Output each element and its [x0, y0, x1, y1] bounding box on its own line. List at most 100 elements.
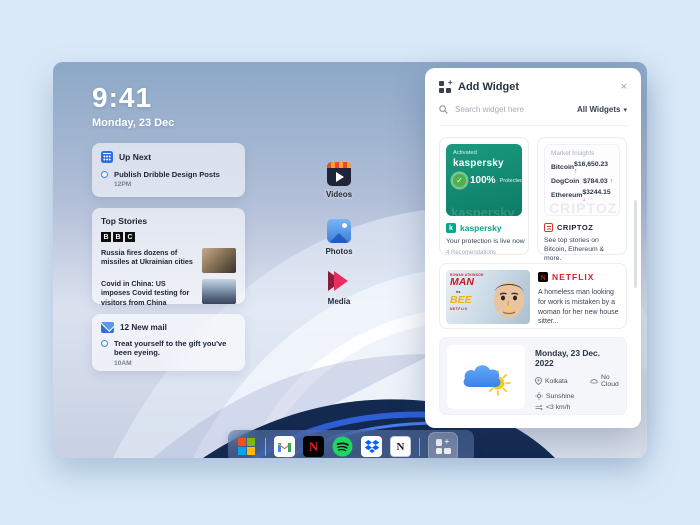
- up-next-time: 12PM: [114, 181, 220, 188]
- market-insights-widget-card[interactable]: Market Insights Bitcoin $16,650.23 ↑ Dog…: [537, 137, 627, 255]
- weather-condition: Sunshine: [535, 392, 590, 400]
- cloud-icon: [590, 378, 598, 384]
- story-headline[interactable]: Covid in China: US imposes Covid testing…: [101, 279, 196, 307]
- weather-art-box: [447, 345, 525, 409]
- netflix-widget-card[interactable]: ROWAN ATKINSON MAN vs BEE NETFLIX N NETF…: [439, 263, 627, 329]
- top-stories-widget[interactable]: Top Stories B B C Russia fires dozens of…: [92, 208, 245, 304]
- weather-widget-card[interactable]: Monday, 23 Dec. 2022 Kolkata No Cloud: [439, 337, 627, 415]
- netflix-n-icon: N: [538, 272, 548, 282]
- kaspersky-status: Activated: [453, 150, 515, 156]
- up-arrow-icon: ↑: [610, 178, 613, 185]
- mail-widget[interactable]: 12 New mail Treat yourself to the gift y…: [92, 314, 245, 371]
- start-button[interactable]: [236, 436, 257, 457]
- mail-message[interactable]: Treat yourself to the gift you've been e…: [114, 339, 236, 358]
- up-next-title: Up Next: [119, 152, 151, 162]
- story-headline[interactable]: Russia fires dozens of missiles at Ukrai…: [101, 248, 196, 267]
- add-widget-grid-icon: +: [439, 81, 451, 93]
- man-vs-bee-poster: ROWAN ATKINSON MAN vs BEE NETFLIX: [446, 270, 530, 324]
- gmail-app-button[interactable]: [274, 436, 295, 457]
- protection-percent: 100%: [470, 175, 496, 186]
- shortcut-media[interactable]: Media: [313, 269, 365, 306]
- coin-row: DogCoin $784.03 ↑: [551, 178, 613, 185]
- dropbox-icon: [364, 439, 380, 454]
- mail-title: 12 New mail: [120, 323, 167, 332]
- kaspersky-brand: kaspersky: [460, 223, 502, 233]
- search-input[interactable]: [455, 105, 570, 114]
- location-pin-icon: [535, 377, 542, 385]
- actor-face-art: [488, 274, 528, 324]
- spotify-icon: [332, 436, 353, 457]
- wind-icon: [535, 404, 543, 411]
- market-hero: Market Insights Bitcoin $16,650.23 ↑ Dog…: [544, 144, 620, 216]
- close-icon[interactable]: ×: [621, 81, 627, 93]
- notion-n-icon: N: [397, 441, 405, 453]
- criptoz-logo-icon: [544, 223, 553, 232]
- gmail-icon: [277, 441, 292, 453]
- calendar-icon: [101, 151, 113, 163]
- kaspersky-hero-brand: kaspersky: [453, 158, 515, 169]
- top-stories-title: Top Stories: [101, 216, 147, 226]
- shortcut-label: Media: [313, 297, 365, 306]
- shortcut-label: Videos: [313, 190, 365, 199]
- netflix-app-button[interactable]: N: [303, 436, 324, 457]
- up-arrow-icon: ↑: [574, 168, 577, 175]
- widgets-button-active[interactable]: +: [428, 432, 458, 459]
- story-thumbnail: [202, 248, 236, 273]
- shortcut-label: Photos: [313, 247, 365, 256]
- widget-filter-dropdown[interactable]: All Widgets ▾: [577, 105, 627, 114]
- market-title: Market Insights: [551, 150, 613, 157]
- shortcut-videos[interactable]: Videos: [313, 162, 365, 199]
- story-item[interactable]: Covid in China: US imposes Covid testing…: [101, 279, 236, 307]
- taskbar: N N +: [228, 430, 474, 458]
- filter-label: All Widgets: [577, 105, 620, 114]
- clock-time: 9:41: [92, 82, 174, 114]
- shortcut-photos[interactable]: Photos: [313, 219, 365, 256]
- sun-icon: [535, 392, 543, 400]
- kaspersky-logo-icon: k: [446, 223, 456, 233]
- task-radio-icon[interactable]: [101, 171, 108, 178]
- story-thumbnail: [202, 279, 236, 304]
- panel-title: Add Widget: [458, 81, 614, 93]
- add-widget-icon: +: [436, 439, 451, 454]
- kaspersky-hero: Activated kaspersky ✓ 100% Protected kas…: [446, 144, 522, 216]
- criptoz-brand: CRIPTOZ: [557, 223, 593, 232]
- spotify-app-button[interactable]: [332, 436, 353, 457]
- weather-wind: <3 km/h: [535, 404, 590, 411]
- coin-row: Bitcoin $16,650.23 ↑: [551, 161, 613, 175]
- kaspersky-recommendations: 4 Recomendations: [446, 250, 522, 256]
- photos-icon[interactable]: [327, 219, 351, 243]
- weather-location: Kolkata: [535, 374, 590, 388]
- panel-scrollbar[interactable]: [634, 200, 637, 288]
- media-icon[interactable]: [326, 269, 352, 293]
- up-next-event[interactable]: Publish Dribble Design Posts: [114, 170, 220, 179]
- mail-time: 10AM: [114, 360, 236, 367]
- add-widget-panel: + Add Widget × All Widgets ▾ Activated k…: [425, 68, 641, 428]
- netflix-description: A homeless man looking for work is mista…: [538, 288, 620, 327]
- chevron-down-icon: ▾: [623, 106, 627, 114]
- protected-label: Protected: [500, 178, 522, 184]
- story-item[interactable]: Russia fires dozens of missiles at Ukrai…: [101, 248, 236, 273]
- dropbox-app-button[interactable]: [361, 436, 382, 457]
- windows-logo-icon: [238, 438, 255, 455]
- cloud-sun-icon: [460, 357, 512, 397]
- mail-icon: [101, 322, 114, 333]
- weather-date: Monday, 23 Dec. 2022: [535, 348, 619, 368]
- criptoz-watermark: CRIPTOZ: [549, 200, 617, 216]
- videos-icon[interactable]: [327, 162, 351, 186]
- netflix-n-icon: N: [309, 439, 318, 455]
- up-next-widget[interactable]: Up Next Publish Dribble Design Posts 12P…: [92, 143, 245, 197]
- check-icon: ✓: [453, 174, 466, 187]
- notion-app-button[interactable]: N: [390, 436, 411, 457]
- market-description: See top stories on Bitcoin, Ethereum & m…: [544, 237, 620, 263]
- bbc-logo: B B C: [101, 232, 236, 242]
- lock-clock: 9:41 Monday, 23 Dec: [92, 82, 174, 129]
- netflix-brand: NETFLIX: [552, 272, 594, 282]
- kaspersky-widget-card[interactable]: Activated kaspersky ✓ 100% Protected kas…: [439, 137, 529, 255]
- taskbar-divider: [265, 438, 266, 456]
- weather-cloudiness: No Cloud: [590, 374, 619, 388]
- kaspersky-watermark: kaspersky: [451, 205, 515, 216]
- kaspersky-description: Your protection is live now: [446, 238, 522, 247]
- search-icon: [439, 105, 448, 114]
- mail-radio-icon[interactable]: [101, 340, 108, 347]
- clock-date: Monday, 23 Dec: [92, 117, 174, 129]
